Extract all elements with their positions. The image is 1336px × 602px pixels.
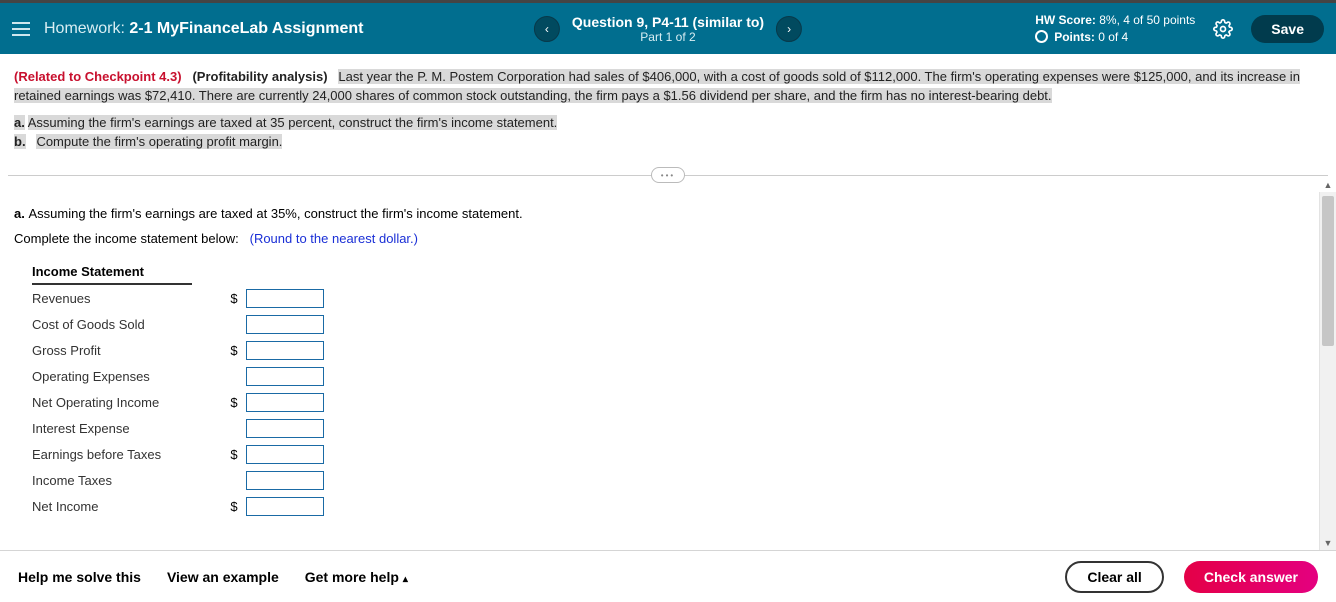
problem-text: (Related to Checkpoint 4.3) (Profitabili…: [0, 54, 1336, 159]
complete-line-text: Complete the income statement below:: [14, 231, 239, 246]
scrollbar[interactable]: ▲ ▼: [1319, 192, 1336, 550]
body-seg-7: dividend per share, and the firm has no …: [696, 88, 1052, 103]
income-input[interactable]: [246, 393, 324, 412]
work-area: a. Assuming the firm's earnings are taxe…: [0, 192, 1336, 550]
expand-icon[interactable]: •••: [651, 167, 685, 183]
body-seg-6: shares of common stock outstanding, the …: [352, 88, 663, 103]
get-more-help-label: Get more help: [305, 569, 399, 585]
dollar-sign: $: [222, 343, 246, 358]
sales-amount: $406,000: [642, 69, 696, 84]
income-row-label: Operating Expenses: [32, 369, 222, 384]
income-input[interactable]: [246, 419, 324, 438]
homework-name: 2-1 MyFinanceLab Assignment: [129, 20, 363, 37]
body-seg-2: , with a cost of goods sold of: [697, 69, 865, 84]
gear-icon[interactable]: [1213, 19, 1233, 39]
cogs-amount: $112,000: [864, 69, 917, 84]
income-input[interactable]: [246, 289, 324, 308]
dollar-sign: $: [222, 499, 246, 514]
scroll-thumb[interactable]: [1322, 196, 1334, 346]
income-row: Income Taxes: [32, 467, 1322, 493]
income-statement-table: Income Statement Revenues$Cost of Goods …: [32, 260, 1322, 519]
points-value: 0 of 4: [1095, 30, 1128, 44]
income-input[interactable]: [246, 445, 324, 464]
income-row-label: Cost of Goods Sold: [32, 317, 222, 332]
homework-prefix: Homework:: [44, 20, 129, 37]
body-seg-5: . There are currently: [192, 88, 312, 103]
menu-icon[interactable]: [12, 18, 34, 40]
income-row-label: Gross Profit: [32, 343, 222, 358]
part-b-prefix: b.: [14, 134, 26, 149]
body-seg-1: Last year the P. M. Postem Corporation h…: [338, 69, 642, 84]
income-row: Revenues$: [32, 285, 1322, 311]
income-input[interactable]: [246, 471, 324, 490]
income-row-label: Net Operating Income: [32, 395, 222, 410]
income-row: Earnings before Taxes$: [32, 441, 1322, 467]
round-note: (Round to the nearest dollar.): [250, 231, 418, 246]
check-answer-button[interactable]: Check answer: [1184, 561, 1318, 593]
problem-parts: a. Assuming the firm's earnings are taxe…: [14, 114, 1322, 152]
points-status-icon: [1035, 30, 1048, 43]
income-row: Operating Expenses: [32, 363, 1322, 389]
income-row-label: Interest Expense: [32, 421, 222, 436]
get-more-help-button[interactable]: Get more help ▴: [305, 569, 408, 585]
scroll-up-icon[interactable]: ▲: [1320, 180, 1336, 190]
question-part: Part 1 of 2: [572, 30, 764, 44]
retained-amount: $72,410: [145, 88, 192, 103]
dividend-amount: $1.56: [663, 88, 696, 103]
footer-bar: Help me solve this View an example Get m…: [0, 550, 1336, 602]
clear-all-button[interactable]: Clear all: [1065, 561, 1163, 593]
score-block: HW Score: 8%, 4 of 50 points Points: 0 o…: [1035, 12, 1195, 46]
question-title: Question 9, P4-11 (similar to): [572, 14, 764, 30]
hw-score-value: 8%, 4 of 50 points: [1096, 13, 1195, 27]
income-row: Cost of Goods Sold: [32, 311, 1322, 337]
income-row: Net Income$: [32, 493, 1322, 519]
checkpoint-tag: (Related to Checkpoint 4.3): [14, 69, 182, 84]
topic-tag: (Profitability analysis): [192, 69, 327, 84]
income-row-label: Net Income: [32, 499, 222, 514]
part-b-text: Compute the firm's operating profit marg…: [36, 134, 282, 149]
subq-text: Assuming the firm's earnings are taxed a…: [28, 206, 522, 221]
scroll-down-icon[interactable]: ▼: [1320, 538, 1336, 548]
income-input[interactable]: [246, 341, 324, 360]
question-title-block: Question 9, P4-11 (similar to) Part 1 of…: [572, 14, 764, 44]
next-question-button[interactable]: ›: [776, 16, 802, 42]
part-a-prefix: a.: [14, 115, 25, 130]
view-example-button[interactable]: View an example: [167, 569, 279, 585]
income-input[interactable]: [246, 367, 324, 386]
question-nav: ‹ Question 9, P4-11 (similar to) Part 1 …: [534, 14, 802, 44]
opex-amount: $125,000: [1134, 69, 1188, 84]
income-row: Net Operating Income$: [32, 389, 1322, 415]
income-row-label: Revenues: [32, 291, 222, 306]
help-me-solve-button[interactable]: Help me solve this: [18, 569, 141, 585]
shares-amount: 24,000: [312, 88, 352, 103]
prev-question-button[interactable]: ‹: [534, 16, 560, 42]
income-row-label: Income Taxes: [32, 473, 222, 488]
dollar-sign: $: [222, 395, 246, 410]
dollar-sign: $: [222, 291, 246, 306]
save-button[interactable]: Save: [1251, 15, 1324, 43]
part-a-text: Assuming the firm's earnings are taxed a…: [28, 115, 270, 130]
income-row: Gross Profit$: [32, 337, 1322, 363]
caret-up-icon: ▴: [403, 574, 408, 585]
hw-score-label: HW Score:: [1035, 13, 1096, 27]
section-divider: •••: [0, 165, 1336, 185]
income-statement-header: Income Statement: [32, 260, 192, 285]
income-row-label: Earnings before Taxes: [32, 447, 222, 462]
income-input[interactable]: [246, 497, 324, 516]
body-seg-3: . The firm's operating expenses were: [918, 69, 1134, 84]
points-label: Points:: [1054, 30, 1095, 44]
tax-rate: 35: [270, 115, 284, 130]
subq-prefix: a.: [14, 206, 25, 221]
dollar-sign: $: [222, 447, 246, 462]
header-right: HW Score: 8%, 4 of 50 points Points: 0 o…: [1035, 12, 1324, 46]
income-row: Interest Expense: [32, 415, 1322, 441]
homework-title: Homework: 2-1 MyFinanceLab Assignment: [44, 20, 363, 38]
income-input[interactable]: [246, 315, 324, 334]
part-a-suffix: percent, construct the firm's income sta…: [285, 115, 558, 130]
top-bar: Homework: 2-1 MyFinanceLab Assignment ‹ …: [0, 0, 1336, 54]
